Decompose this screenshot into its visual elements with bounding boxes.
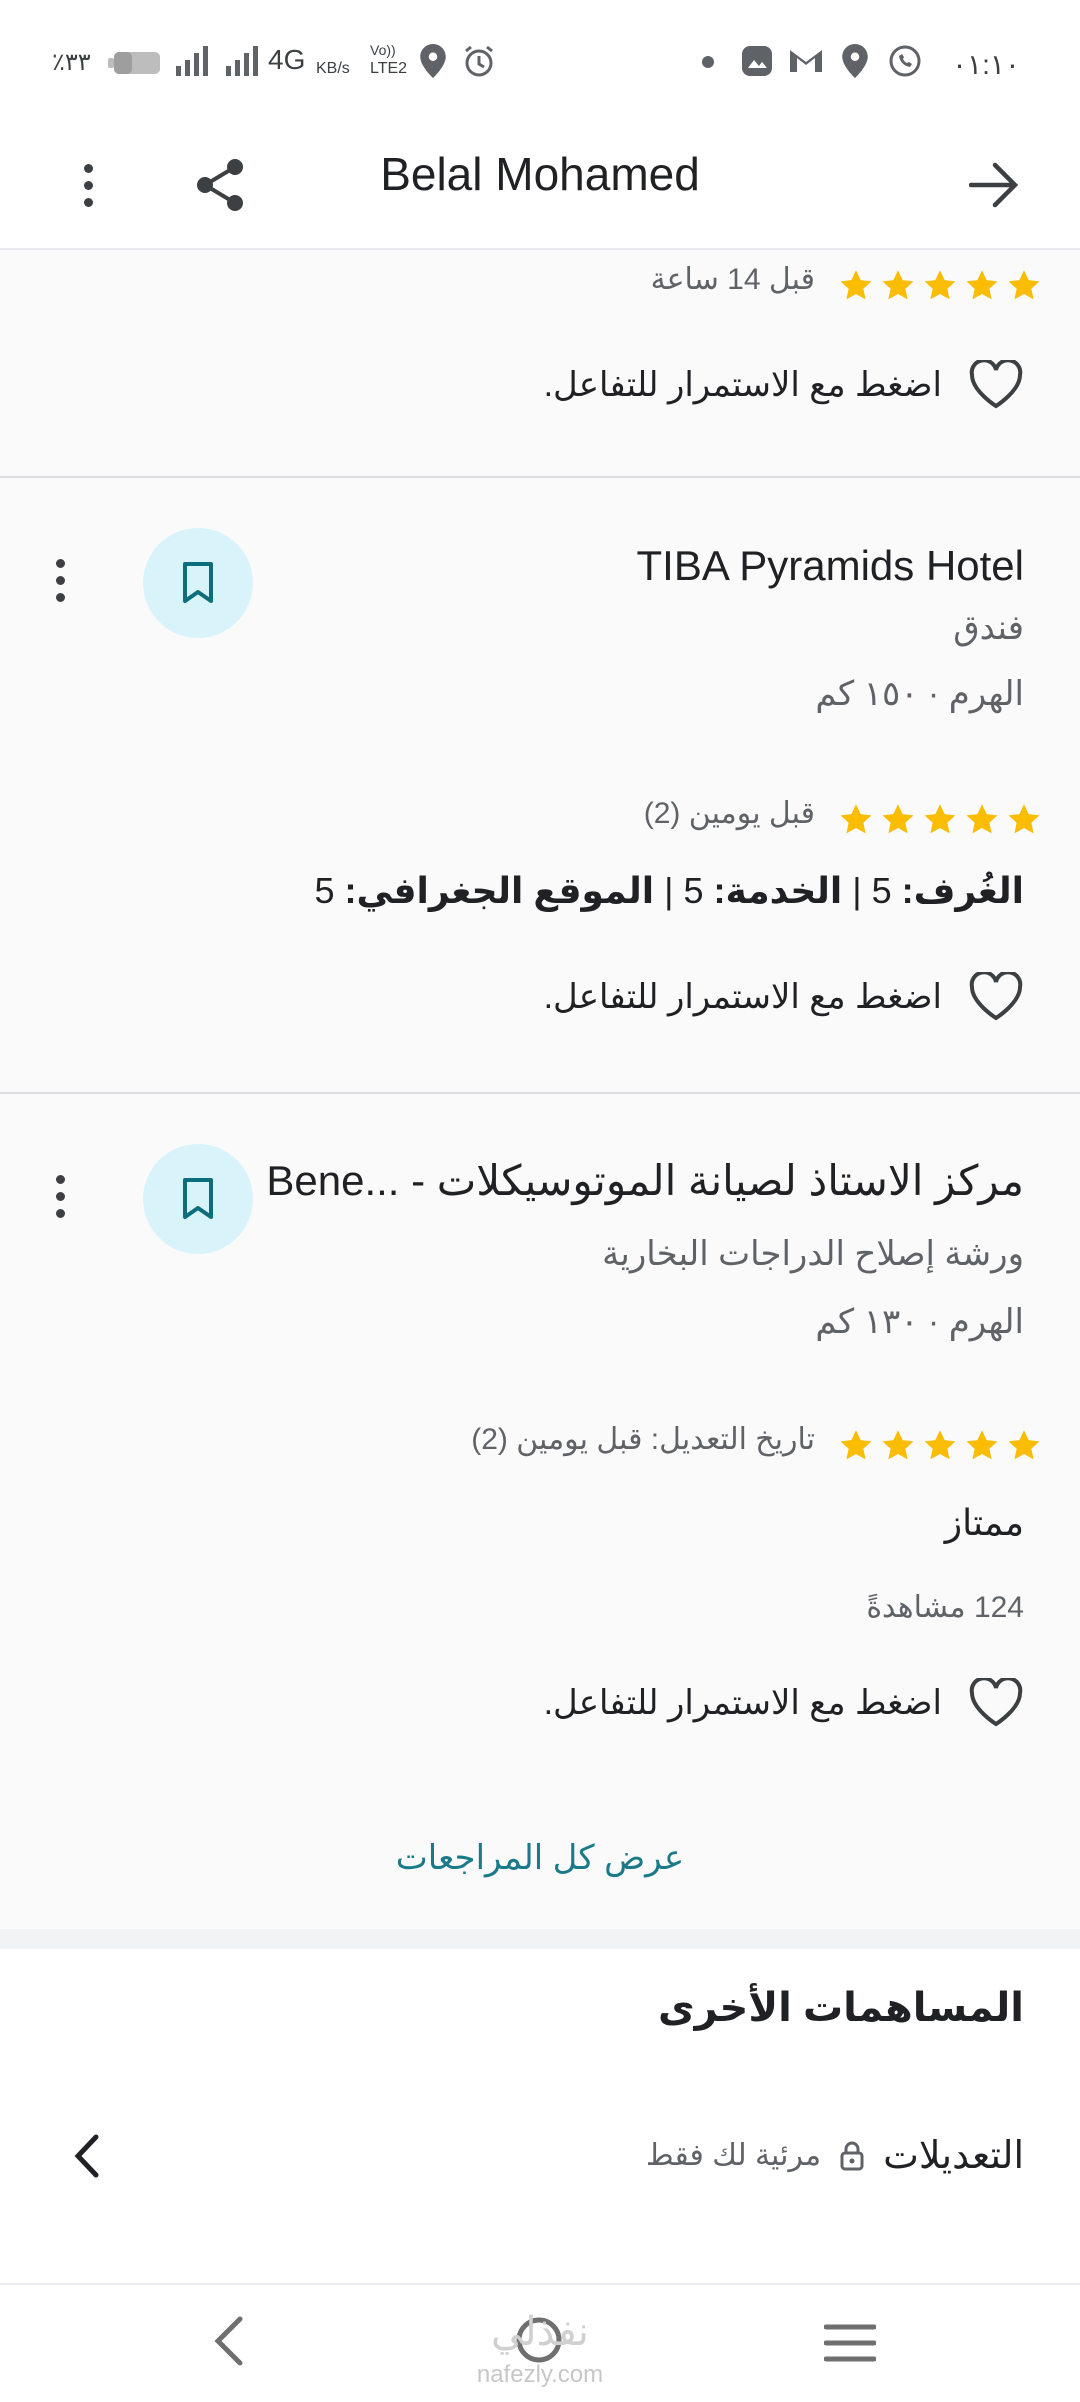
nav-back-icon[interactable] (210, 2313, 246, 2369)
bookmark-icon (183, 562, 213, 603)
interact-hint: اضغط مع الاستمرار للتفاعل. (543, 978, 942, 1016)
clock: ٠١:١٠ (952, 49, 1020, 80)
edits-row[interactable]: التعديلات مرئية لك فقط (0, 2109, 1080, 2209)
star-icon (1008, 804, 1040, 834)
top-app-bar: Belal Mohamed (0, 125, 1080, 250)
location-icon (420, 44, 446, 78)
nav-menu-icon[interactable] (824, 2323, 876, 2363)
star-icon (1008, 1430, 1040, 1460)
whatsapp-icon (889, 45, 921, 77)
star-icon (840, 270, 872, 300)
signal-icon (176, 46, 208, 76)
other-contributions-section: المساهمات الأخرى التعديلات مرئية لك فقط (0, 1949, 1080, 2283)
star-icon (1008, 270, 1040, 300)
more-vertical-icon (50, 1174, 70, 1218)
speed-unit: KB/s (316, 60, 350, 77)
edits-visibility: مرئية لك فقط (645, 2139, 822, 2172)
review-text: ممتاز (944, 1502, 1024, 1543)
edits-label-group: التعديلات مرئية لك فقط (646, 2133, 1024, 2178)
alarm-icon (465, 45, 493, 77)
heart-icon (969, 972, 1023, 1021)
separator: | (664, 870, 674, 911)
review-card-1[interactable]: قبل 14 ساعة اضغط مع الاستمرار للتفاعل. (0, 250, 1080, 476)
review-card-2[interactable]: TIBA Pyramids Hotel فندق الهرم · ١٥٠ كم … (0, 478, 1080, 1092)
star-icon (924, 270, 956, 300)
place-category: فندق (953, 609, 1024, 647)
system-navigation-bar: نفذلي nafezly.com (0, 2283, 1080, 2402)
lock-icon (840, 2141, 864, 2170)
save-button[interactable] (143, 528, 253, 638)
star-icon (882, 1430, 914, 1460)
rating-stars (838, 1428, 1042, 1464)
star-icon (882, 270, 914, 300)
see-all-reviews-link[interactable]: عرض كل المراجعات (0, 1838, 1080, 1878)
heart-icon (969, 360, 1023, 409)
interact-hint: اضغط مع الاستمرار للتفاعل. (543, 366, 942, 404)
location-label: الموقع الجغرافي: (344, 870, 655, 911)
heart-icon (969, 1678, 1023, 1727)
place-name[interactable]: مركز الاستاذ لصيانة الموتوسيكلات - ...Be… (266, 1156, 1024, 1205)
star-icon (924, 804, 956, 834)
review-time: قبل يومين (2) (643, 797, 815, 830)
battery-percent: ٪٣٣ (52, 49, 91, 76)
place-location: الهرم · ١٣٠ كم (815, 1303, 1024, 1341)
rooms-value: 5 (871, 870, 892, 911)
volte-label: Vo)) (370, 42, 396, 58)
place-location: الهرم · ١٥٠ كم (815, 675, 1024, 713)
maps-icon (842, 44, 868, 78)
star-icon (966, 804, 998, 834)
interact-hint: اضغط مع الاستمرار للتفاعل. (543, 1684, 942, 1722)
arrow-right-icon (969, 162, 1019, 208)
star-icon (966, 1430, 998, 1460)
location-value: 5 (314, 870, 335, 911)
service-value: 5 (683, 870, 704, 911)
bookmark-icon (183, 1178, 213, 1219)
watermark-latin: nafezly.com (476, 2361, 604, 2388)
section-title: المساهمات الأخرى (657, 1986, 1024, 2030)
review-card-3[interactable]: مركز الاستاذ لصيانة الموتوسيكلات - ...Be… (0, 1094, 1080, 1929)
save-button[interactable] (143, 1144, 253, 1254)
service-label: الخدمة: (713, 870, 843, 911)
rooms-label: الغُرف: (901, 870, 1024, 911)
status-bar: ٪٣٣ 4G KB/s Vo)) LTE2 ٠١:١٠ (0, 0, 1080, 125)
chevron-left-icon (74, 2134, 99, 2178)
star-icon (966, 270, 998, 300)
more-vertical-icon (50, 558, 70, 602)
review-time: تاريخ التعديل: قبل يومين (2) (471, 1423, 815, 1456)
place-category: ورشة إصلاح الدراجات البخارية (602, 1235, 1024, 1273)
signal-icon-2 (226, 46, 258, 76)
like-row[interactable]: اضغط مع الاستمرار للتفاعل. (544, 1678, 1024, 1728)
page-title: Belal Mohamed (380, 148, 700, 200)
lte-label: LTE2 (370, 60, 408, 77)
edits-label: التعديلات (883, 2135, 1024, 2177)
star-icon (924, 1430, 956, 1460)
star-icon (840, 804, 872, 834)
place-name[interactable]: TIBA Pyramids Hotel (637, 542, 1024, 590)
battery-icon (108, 52, 160, 74)
rating-stars (838, 268, 1042, 304)
network-type: 4G (268, 44, 306, 75)
watermark-arabic: نفذلي (491, 2310, 589, 2354)
section-separator (0, 1929, 1080, 1949)
star-icon (882, 804, 914, 834)
separator: | (852, 870, 862, 911)
review-time: قبل 14 ساعة (650, 263, 815, 296)
review-more-button[interactable] (40, 1166, 80, 1226)
gmail-icon (790, 50, 822, 72)
like-row[interactable]: اضغط مع الاستمرار للتفاعل. (544, 360, 1024, 410)
notification-dot-icon (702, 56, 714, 68)
view-count: 124 مشاهدةً (866, 1591, 1024, 1624)
rating-breakdown: الغُرف: 5 | الخدمة: 5 | الموقع الجغرافي:… (315, 870, 1025, 912)
like-row[interactable]: اضغط مع الاستمرار للتفاعل. (544, 972, 1024, 1022)
star-icon (840, 1430, 872, 1460)
rating-stars (838, 802, 1042, 838)
back-button[interactable] (960, 145, 1030, 225)
photos-app-icon (742, 46, 772, 76)
review-more-button[interactable] (40, 550, 80, 610)
